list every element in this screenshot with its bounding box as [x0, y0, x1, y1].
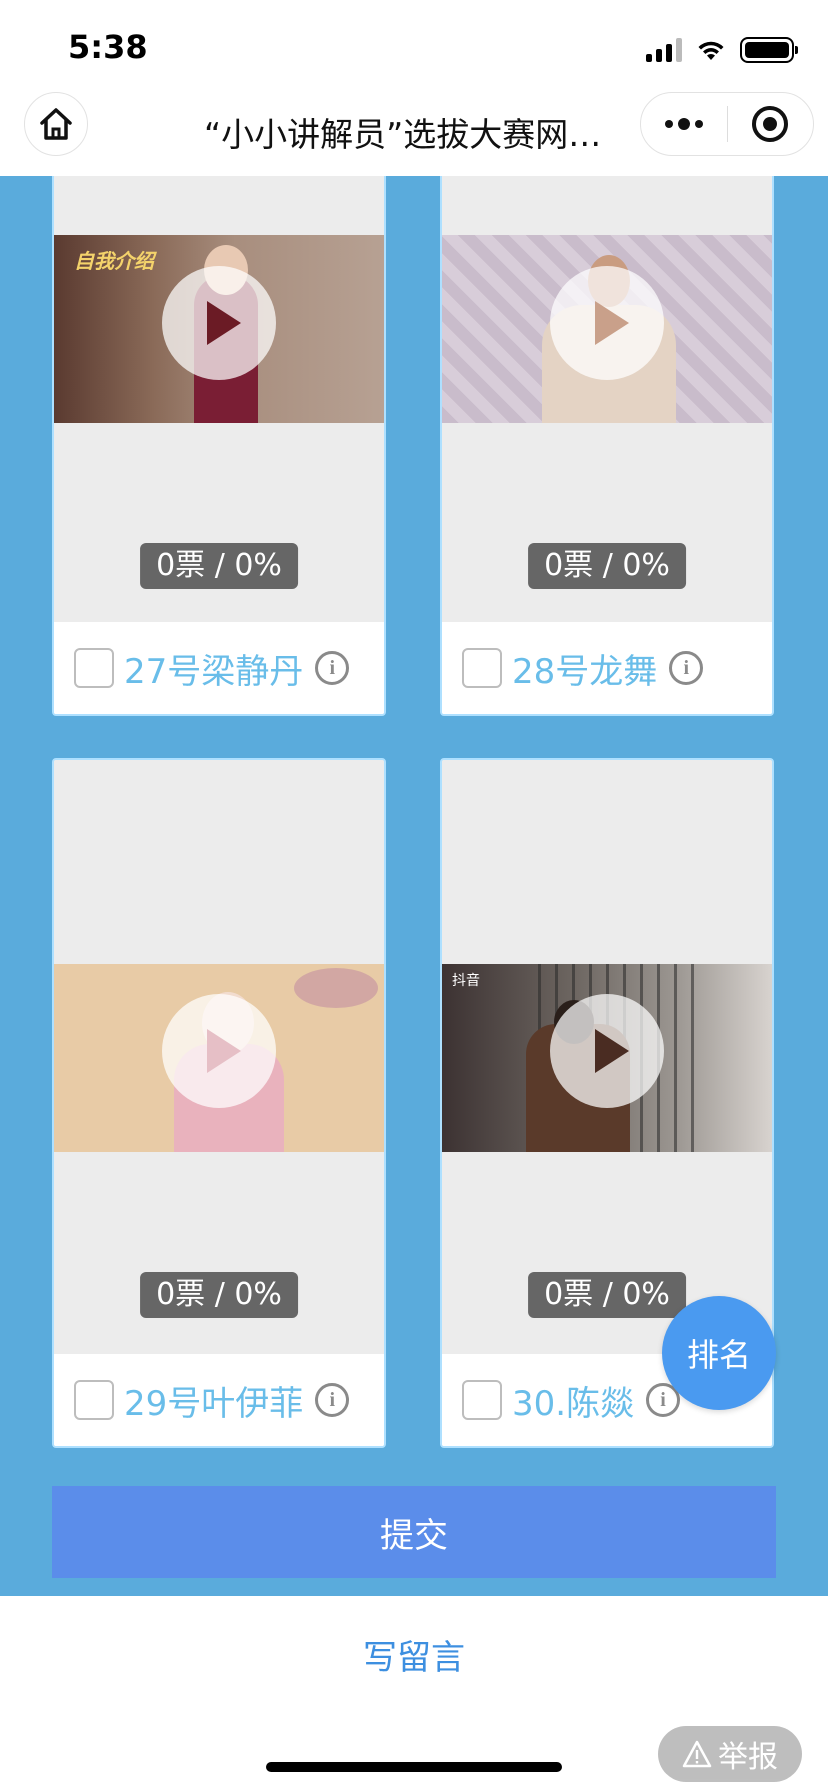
candidate-card[interactable]: 0票 / 0% 28号龙舞 i: [440, 176, 774, 716]
home-button[interactable]: [24, 92, 88, 156]
more-button[interactable]: [641, 93, 727, 155]
vote-checkbox[interactable]: [74, 648, 114, 688]
play-icon: [207, 301, 241, 345]
thumbnail-caption: 抖音: [452, 973, 480, 989]
thumbnail-caption: 自我介绍: [74, 249, 154, 273]
close-button[interactable]: [728, 93, 814, 155]
info-icon[interactable]: i: [669, 651, 704, 685]
vote-count-badge: 0票 / 0%: [528, 543, 686, 589]
status-bar: 5:38: [0, 0, 828, 88]
play-icon: [595, 301, 629, 345]
candidate-name[interactable]: 28号龙舞: [512, 644, 657, 693]
candidate-name[interactable]: 30.陈燚: [512, 1376, 634, 1425]
home-icon: [40, 108, 72, 140]
video-area[interactable]: 抖音 0票 / 0%: [442, 760, 772, 1358]
write-comment-link[interactable]: 写留言: [0, 1630, 828, 1679]
vote-count-badge: 0票 / 0%: [528, 1272, 686, 1318]
play-icon: [595, 1029, 629, 1073]
play-button[interactable]: [550, 266, 664, 380]
report-label: 举报: [718, 1740, 778, 1775]
info-icon[interactable]: i: [315, 651, 350, 685]
play-icon: [207, 1029, 241, 1073]
play-button[interactable]: [162, 266, 276, 380]
card-footer: 28号龙舞 i: [442, 622, 772, 714]
report-button[interactable]: 举报: [658, 1726, 802, 1782]
close-target-icon: [752, 106, 789, 142]
play-button[interactable]: [162, 994, 276, 1108]
home-indicator[interactable]: [266, 1762, 562, 1772]
card-footer: 29号叶伊菲 i: [54, 1354, 384, 1446]
video-area[interactable]: 自我介绍 0票 / 0%: [54, 176, 384, 626]
nav-bar: “小小讲解员”选拔大赛网…: [0, 88, 828, 176]
video-area[interactable]: 0票 / 0%: [442, 176, 772, 626]
vote-checkbox[interactable]: [462, 648, 502, 688]
ranking-button[interactable]: 排名: [662, 1296, 776, 1410]
play-button[interactable]: [550, 994, 664, 1108]
wifi-icon: [698, 41, 724, 60]
candidate-name[interactable]: 29号叶伊菲: [124, 1376, 303, 1425]
card-footer: 27号梁静丹 i: [54, 622, 384, 714]
candidate-name[interactable]: 27号梁静丹: [124, 644, 303, 693]
mini-program-capsule: [640, 92, 814, 156]
info-icon[interactable]: i: [315, 1383, 350, 1417]
video-area[interactable]: 0票 / 0%: [54, 760, 384, 1358]
status-time: 5:38: [68, 28, 148, 66]
vote-checkbox[interactable]: [462, 1380, 502, 1420]
warning-icon: [682, 1740, 712, 1768]
page: 5:38 “小小讲解员”选拔大赛网… 自我介绍 0票 / 0% 27号梁静丹 i…: [0, 0, 828, 1792]
status-icons: [646, 36, 798, 64]
candidate-card[interactable]: 自我介绍 0票 / 0% 27号梁静丹 i: [52, 176, 386, 716]
page-title: “小小讲解员”选拔大赛网…: [204, 115, 602, 154]
more-icon: [664, 118, 703, 130]
vote-count-badge: 0票 / 0%: [140, 543, 298, 589]
signal-icon: [646, 38, 682, 62]
vote-count-badge: 0票 / 0%: [140, 1272, 298, 1318]
submit-button[interactable]: 提交: [52, 1486, 776, 1578]
vote-checkbox[interactable]: [74, 1380, 114, 1420]
battery-icon: [740, 37, 798, 63]
candidate-card[interactable]: 0票 / 0% 29号叶伊菲 i: [52, 758, 386, 1448]
